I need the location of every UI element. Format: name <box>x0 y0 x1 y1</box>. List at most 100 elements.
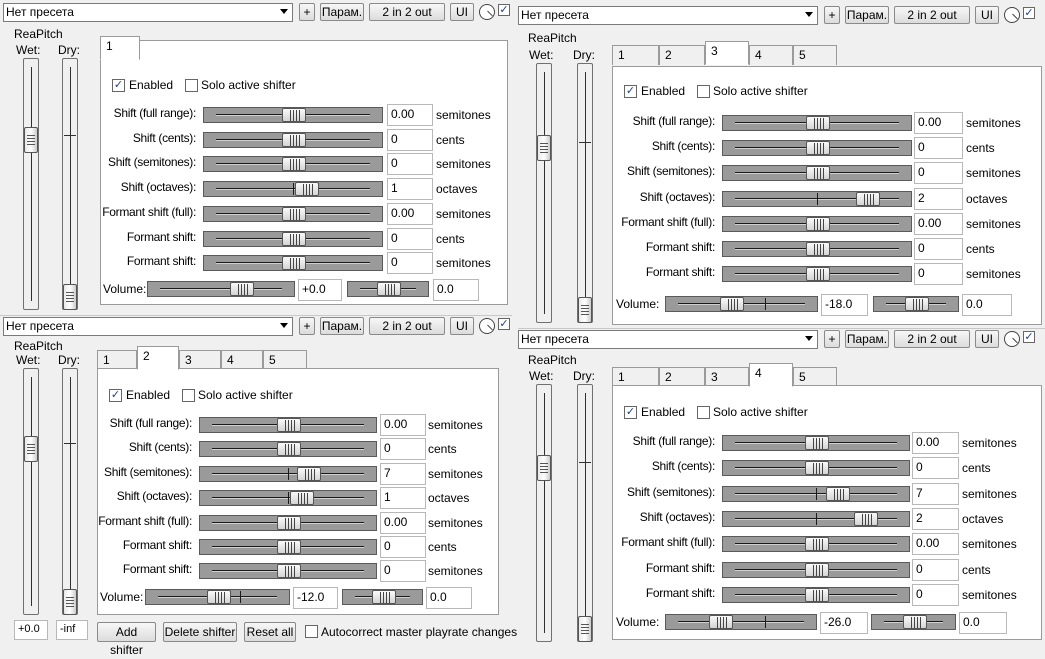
pan-slider[interactable] <box>342 589 423 605</box>
param-slider[interactable] <box>203 181 383 197</box>
tab-shifter-1[interactable]: 1 <box>612 45 659 65</box>
tab-shifter-1[interactable]: 1 <box>97 350 137 370</box>
param-value-field[interactable]: 7 <box>912 483 959 505</box>
tab-shifter-4[interactable]: 4 <box>749 45 793 65</box>
reset-all-button[interactable]: Reset all <box>244 622 296 642</box>
tab-shifter-5[interactable]: 5 <box>793 45 837 65</box>
param-slider[interactable] <box>199 515 377 531</box>
dry-wet-knob-icon[interactable] <box>479 4 495 20</box>
dry-fader-thumb[interactable] <box>63 589 77 615</box>
tab-shifter-5[interactable]: 5 <box>263 350 307 370</box>
plus-button[interactable]: + <box>299 3 315 21</box>
pan-slider[interactable] <box>347 281 429 297</box>
slider-thumb[interactable] <box>207 590 231 604</box>
param-value-field[interactable]: 0.00 <box>914 213 963 235</box>
tab-shifter-2[interactable]: 2 <box>137 346 179 370</box>
solo-checkbox[interactable] <box>697 85 710 98</box>
param-slider[interactable] <box>199 417 377 433</box>
autocorrect-checkbox[interactable] <box>305 625 318 638</box>
pan-slider[interactable] <box>873 296 959 312</box>
param-slider[interactable] <box>203 255 383 271</box>
delete-shifter-button[interactable]: Delete shifter <box>163 622 237 642</box>
param-value-field[interactable]: 0 <box>387 228 433 250</box>
pan-value-field[interactable]: 0.0 <box>426 587 472 609</box>
slider-thumb[interactable] <box>806 217 830 231</box>
slider-thumb[interactable] <box>282 157 306 171</box>
param-value-field[interactable]: 1 <box>380 487 426 509</box>
slider-thumb[interactable] <box>806 141 830 155</box>
bypass-checkbox[interactable]: ✓ <box>498 4 510 16</box>
ui-button[interactable]: UI <box>975 6 999 24</box>
param-value-field[interactable]: 0 <box>912 559 959 581</box>
slider-thumb[interactable] <box>282 207 306 221</box>
param-value-field[interactable]: 0 <box>387 252 433 274</box>
slider-thumb[interactable] <box>277 418 301 432</box>
slider-thumb[interactable] <box>806 242 830 256</box>
add-shifter-button[interactable]: Add shifter <box>97 622 156 657</box>
dry-wet-knob-icon[interactable] <box>1004 331 1020 347</box>
slider-thumb[interactable] <box>282 256 306 270</box>
ui-button[interactable]: UI <box>975 330 999 348</box>
slider-thumb[interactable] <box>282 133 306 147</box>
plus-button[interactable]: + <box>299 317 315 335</box>
slider-thumb[interactable] <box>826 487 850 501</box>
pan-value-field[interactable]: 0.0 <box>433 279 479 301</box>
ui-button[interactable]: UI <box>450 317 474 335</box>
wet-fader[interactable] <box>23 368 39 615</box>
param-value-field[interactable]: 0 <box>387 153 433 175</box>
param-value-field[interactable]: 0 <box>912 457 959 479</box>
preset-dropdown[interactable]: Нет пресета <box>518 6 818 25</box>
slider-thumb[interactable] <box>295 182 319 196</box>
params-button[interactable]: Парам. <box>320 3 364 21</box>
param-slider[interactable] <box>203 132 383 148</box>
param-slider[interactable] <box>722 140 912 156</box>
dry-fader-thumb[interactable] <box>578 297 592 323</box>
param-slider[interactable] <box>199 563 377 579</box>
volume-slider[interactable] <box>665 296 818 312</box>
param-slider[interactable] <box>203 107 383 123</box>
pan-value-field[interactable]: 0.0 <box>962 294 1012 316</box>
dry-fader-thumb[interactable] <box>63 284 77 310</box>
slider-thumb[interactable] <box>277 442 301 456</box>
param-value-field[interactable]: 0 <box>380 560 426 582</box>
tab-shifter-3[interactable]: 3 <box>705 367 749 387</box>
param-value-field[interactable]: 0 <box>387 129 433 151</box>
param-value-field[interactable]: 0.00 <box>380 512 426 534</box>
volume-slider[interactable] <box>665 614 817 630</box>
slider-thumb[interactable] <box>805 537 829 551</box>
pan-value-field[interactable]: 0.0 <box>959 612 1007 634</box>
param-slider[interactable] <box>199 441 377 457</box>
enabled-checkbox[interactable]: ✓ <box>624 406 637 419</box>
volume-value-field[interactable]: -18.0 <box>821 294 868 316</box>
slider-thumb[interactable] <box>297 467 321 481</box>
volume-value-field[interactable]: +0.0 <box>298 279 342 301</box>
solo-checkbox[interactable] <box>185 79 198 92</box>
param-slider[interactable] <box>722 486 910 502</box>
param-slider[interactable] <box>722 115 912 131</box>
enabled-checkbox[interactable]: ✓ <box>112 79 125 92</box>
solo-checkbox[interactable] <box>697 406 710 419</box>
volume-slider[interactable] <box>147 281 295 297</box>
param-value-field[interactable]: 7 <box>380 463 426 485</box>
param-slider[interactable] <box>722 460 910 476</box>
tab-shifter-2[interactable]: 2 <box>659 45 705 65</box>
tab-shifter-5[interactable]: 5 <box>793 367 837 387</box>
slider-thumb[interactable] <box>709 615 733 629</box>
slider-thumb[interactable] <box>903 615 927 629</box>
tab-shifter-3[interactable]: 3 <box>705 41 749 65</box>
wet-fader-thumb[interactable] <box>537 455 551 481</box>
param-slider[interactable] <box>203 156 383 172</box>
param-slider[interactable] <box>722 241 912 257</box>
wet-fader[interactable] <box>23 58 39 310</box>
tab-shifter-4[interactable]: 4 <box>221 350 263 370</box>
slider-thumb[interactable] <box>806 166 830 180</box>
solo-checkbox[interactable] <box>182 389 195 402</box>
plus-button[interactable]: + <box>824 6 840 24</box>
param-value-field[interactable]: 0 <box>912 584 959 606</box>
ui-button[interactable]: UI <box>450 3 474 21</box>
slider-thumb[interactable] <box>805 588 829 602</box>
wet-fader-thumb[interactable] <box>537 135 551 161</box>
param-value-field[interactable]: 0.00 <box>387 203 433 225</box>
slider-thumb[interactable] <box>372 590 396 604</box>
params-button[interactable]: Парам. <box>320 317 364 335</box>
